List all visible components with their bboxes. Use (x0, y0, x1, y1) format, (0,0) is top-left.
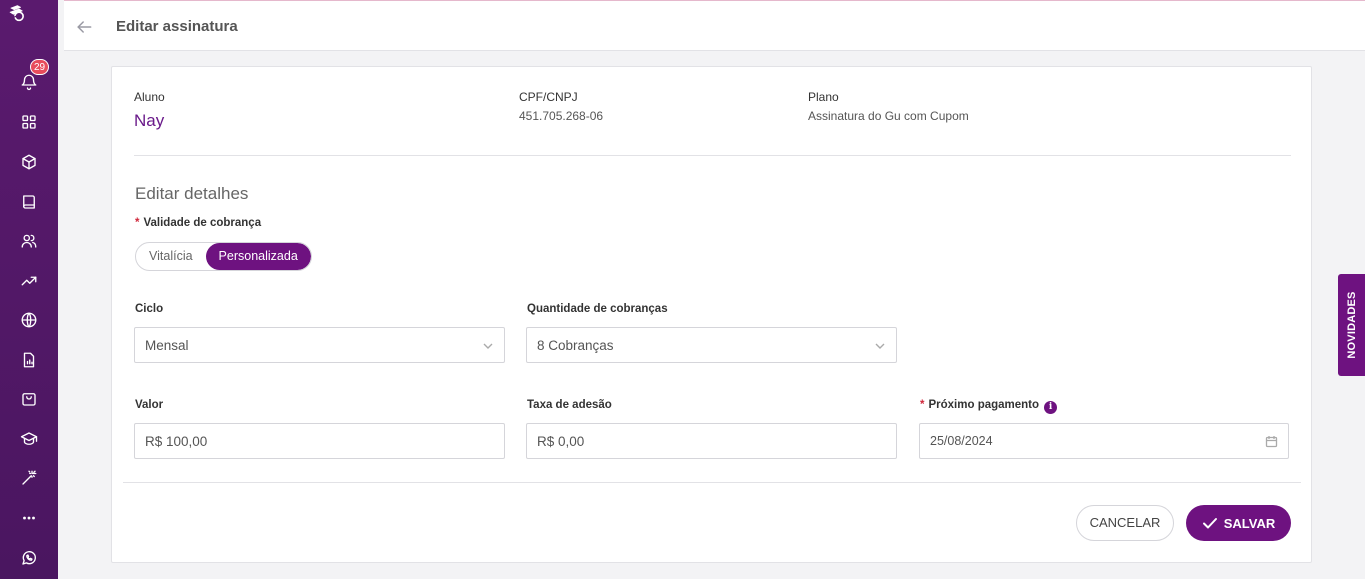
globe-icon[interactable] (14, 305, 44, 335)
chevron-down-icon (874, 339, 886, 351)
cycle-select[interactable]: Mensal (134, 327, 505, 363)
calendar-icon (1265, 435, 1278, 448)
fee-input-text: R$ 0,00 (537, 434, 585, 449)
charges-select-value: 8 Cobranças (537, 338, 614, 353)
validity-option-vitalicia[interactable]: Vitalícia (136, 243, 206, 270)
plan-value: Assinatura do Gu com Cupom (808, 109, 969, 123)
notifications-bell-icon[interactable]: 29 (14, 59, 49, 97)
next-payment-label-text: Próximo pagamento (928, 399, 1040, 411)
validity-option-personalizada[interactable]: Personalizada (205, 243, 311, 270)
actions-divider (123, 482, 1301, 483)
cycle-select-value: Mensal (145, 338, 189, 353)
edit-subscription-card: Aluno Nay CPF/CNPJ 451.705.268-06 Plano … (111, 66, 1312, 563)
required-marker: * (135, 217, 140, 229)
chevron-down-icon (482, 339, 494, 351)
value-input[interactable]: R$ 100,00 (134, 423, 505, 459)
info-icon[interactable]: i (1044, 401, 1058, 414)
next-payment-label: * Próximo pagamento i (920, 399, 1058, 414)
section-title: Editar detalhes (135, 184, 249, 203)
graduation-cap-icon[interactable] (14, 424, 44, 454)
validity-label-text: Validade de cobrança (143, 217, 262, 229)
users-icon[interactable] (14, 226, 44, 256)
more-options-icon[interactable] (14, 503, 44, 533)
student-label: Aluno (134, 90, 165, 104)
notification-badge: 29 (30, 59, 49, 75)
cancel-button[interactable]: CANCELAR (1076, 505, 1174, 541)
novidades-tab[interactable]: NOVIDADES (1338, 274, 1365, 376)
products-cube-icon[interactable] (14, 147, 44, 177)
value-label: Valor (135, 399, 164, 411)
magic-wand-icon[interactable] (14, 463, 44, 493)
report-document-icon[interactable] (14, 345, 44, 375)
validity-label: * Validade de cobrança (135, 217, 261, 229)
trending-up-icon[interactable] (14, 266, 44, 296)
app-logo[interactable] (8, 4, 50, 48)
page-header: Editar assinatura (64, 0, 1365, 51)
plan-label: Plano (808, 90, 839, 104)
shopping-bag-icon[interactable] (14, 384, 44, 414)
dashboard-grid-icon[interactable] (14, 107, 44, 137)
charges-select[interactable]: 8 Cobranças (526, 327, 897, 363)
save-button[interactable]: SALVAR (1186, 505, 1291, 541)
next-payment-date-value: 25/08/2024 (930, 434, 993, 448)
check-icon (1202, 518, 1217, 529)
next-payment-date-input[interactable]: 25/08/2024 (919, 423, 1289, 459)
summary-divider (134, 155, 1291, 156)
save-button-label: SALVAR (1223, 515, 1276, 531)
sidebar: 29 (0, 0, 58, 579)
back-arrow-icon[interactable] (74, 17, 94, 37)
fee-label: Taxa de adesão (527, 399, 612, 411)
novidades-tab-label: NOVIDADES (1345, 291, 1358, 359)
required-marker: * (920, 399, 925, 411)
page-title: Editar assinatura (116, 18, 238, 35)
charges-label: Quantidade de cobranças (527, 303, 668, 315)
value-input-text: R$ 100,00 (145, 434, 208, 449)
cycle-label: Ciclo (135, 303, 164, 315)
cpf-label: CPF/CNPJ (519, 90, 578, 104)
student-name: Nay (134, 111, 165, 130)
validity-toggle: Vitalícia Personalizada (135, 242, 312, 271)
whatsapp-icon[interactable] (14, 543, 44, 573)
fee-input[interactable]: R$ 0,00 (526, 423, 897, 459)
cpf-value: 451.705.268-06 (519, 109, 604, 123)
book-icon[interactable] (14, 187, 44, 217)
